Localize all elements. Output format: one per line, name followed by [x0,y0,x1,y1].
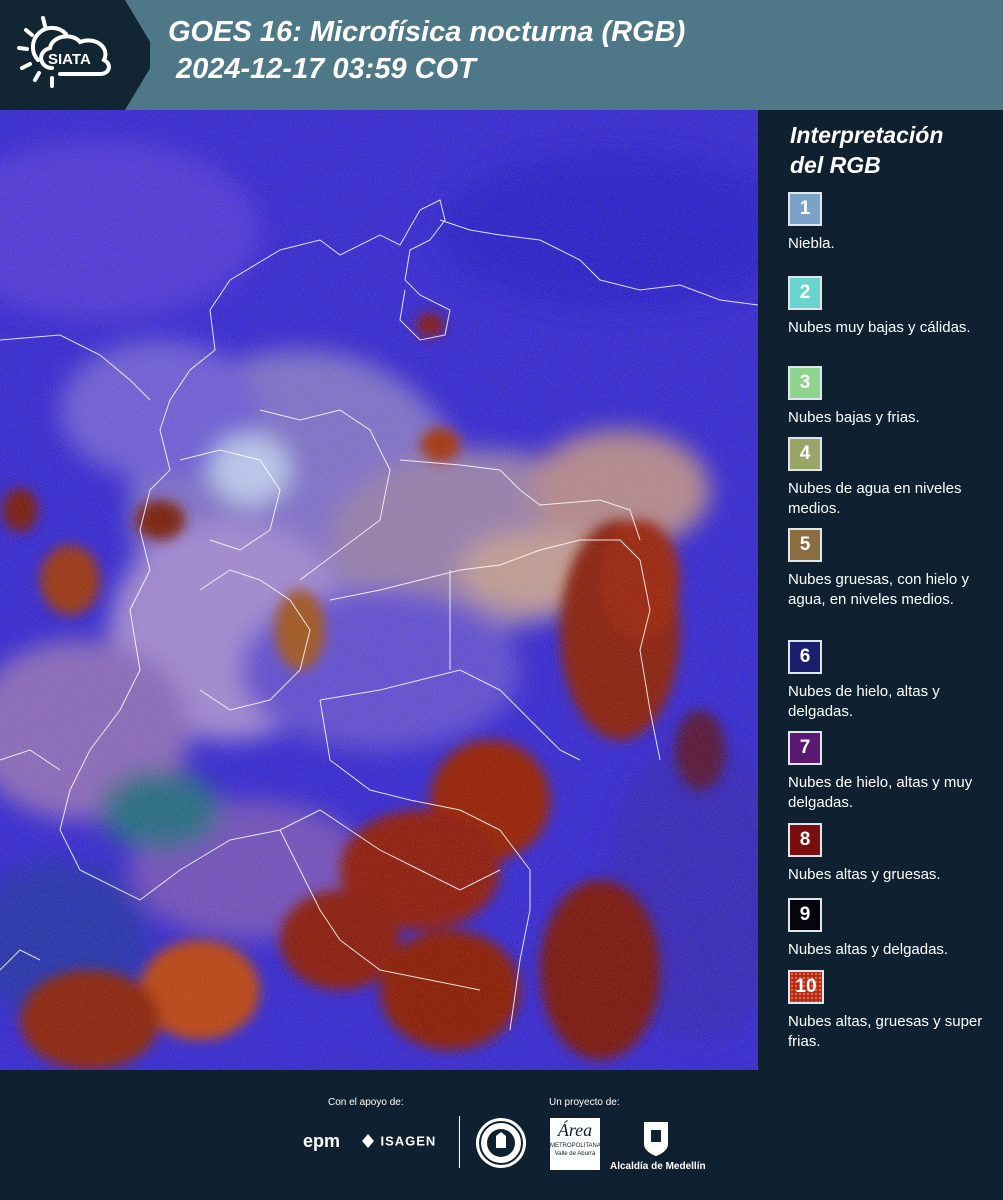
legend-label: Nubes altas, gruesas y super frias. [788,1013,983,1050]
legend-item-10: 10 Nubes altas, gruesas y super frias. [788,970,993,1052]
header-bar: SIATA GOES 16: Microfísica nocturna (RGB… [0,0,1003,110]
legend-swatch: 3 [788,366,822,400]
page-title: GOES 16: Microfísica nocturna (RGB) 2024… [168,14,685,88]
isagen-logo: ISAGEN [360,1132,436,1150]
legend-item-6: 6 Nubes de hielo, altas y delgadas. [788,640,993,722]
legend-item-7: 7 Nubes de hielo, altas y muy delgadas. [788,731,993,813]
area-metropolitana-logo: Área METROPOLITANA Valle de Aburrá [550,1118,601,1170]
legend-swatch: 1 [788,192,822,226]
title-timestamp: 2024-12-17 03:59 COT [176,53,476,85]
legend-swatch: 5 [788,528,822,562]
legend-label: Nubes de hielo, altas y muy delgadas. [788,774,973,811]
legend-item-4: 4 Nubes de agua en niveles medios. [788,437,993,519]
isagen-icon [362,1134,374,1148]
legend-label: Nubes de agua en niveles medios. [788,480,962,517]
metro-sub: METROPOLITANA [550,1143,601,1149]
legend-swatch: 10 [788,970,824,1004]
legend-title: Interpretación del RGB [790,120,943,180]
isagen-text: ISAGEN [380,1133,437,1149]
metro-name: Área [557,1120,593,1140]
legend-swatch: 9 [788,898,822,932]
rgb-legend: Interpretación del RGB 1 Niebla. 2 Nubes mu… [760,110,1003,1070]
legend-item-5: 5 Nubes gruesas, con hielo y agua, en niv… [788,528,993,610]
crest-icon [644,1122,668,1156]
satellite-image [0,110,758,1070]
legend-label: Nubes altas y gruesas. [788,866,941,883]
legend-title-line1: Interpretación [790,122,944,148]
project-label: Un proyecto de: [549,1097,620,1108]
legend-swatch: 2 [788,276,822,310]
legend-title-line2: del RGB [790,152,881,178]
support-label: Con el apoyo de: [328,1097,404,1108]
legend-item-2: 2 Nubes muy bajas y cálidas. [788,276,993,338]
satellite-rgb-map [0,110,758,1070]
metro-sub2: Valle de Aburrá [554,1151,596,1157]
legend-item-1: 1 Niebla. [788,192,993,254]
legend-swatch: 8 [788,823,822,857]
sun-cloud-icon: SIATA [17,16,111,88]
legend-label: Nubes bajas y frias. [788,409,920,426]
alcaldia-crest [640,1118,672,1158]
seal-icon [479,1121,523,1165]
legend-label: Niebla. [788,235,835,252]
footer-divider [459,1116,460,1168]
legend-swatch: 4 [788,437,822,471]
alcaldia-text: Alcaldía de Medellín [610,1161,706,1172]
logo-text: SIATA [48,51,91,68]
siata-logo: SIATA [0,0,150,110]
legend-swatch: 6 [788,640,822,674]
legend-item-8: 8 Nubes altas y gruesas. [788,823,993,885]
legend-label: Nubes altas y delgadas. [788,941,949,958]
epm-logo: epm [303,1131,341,1151]
legend-item-9: 9 Nubes altas y delgadas. [788,898,993,960]
legend-swatch: 7 [788,731,822,765]
title-product: GOES 16: Microfísica nocturna (RGB) [168,16,686,48]
legend-label: Nubes muy bajas y cálidas. [788,319,971,336]
university-seal [476,1118,526,1168]
legend-label: Nubes de hielo, altas y delgadas. [788,683,940,720]
footer: Con el apoyo de: Un proyecto de: epm ISA… [0,1070,1003,1200]
legend-item-3: 3 Nubes bajas y frias. [788,366,993,428]
legend-label: Nubes gruesas, con hielo y agua, en nive… [788,571,969,608]
